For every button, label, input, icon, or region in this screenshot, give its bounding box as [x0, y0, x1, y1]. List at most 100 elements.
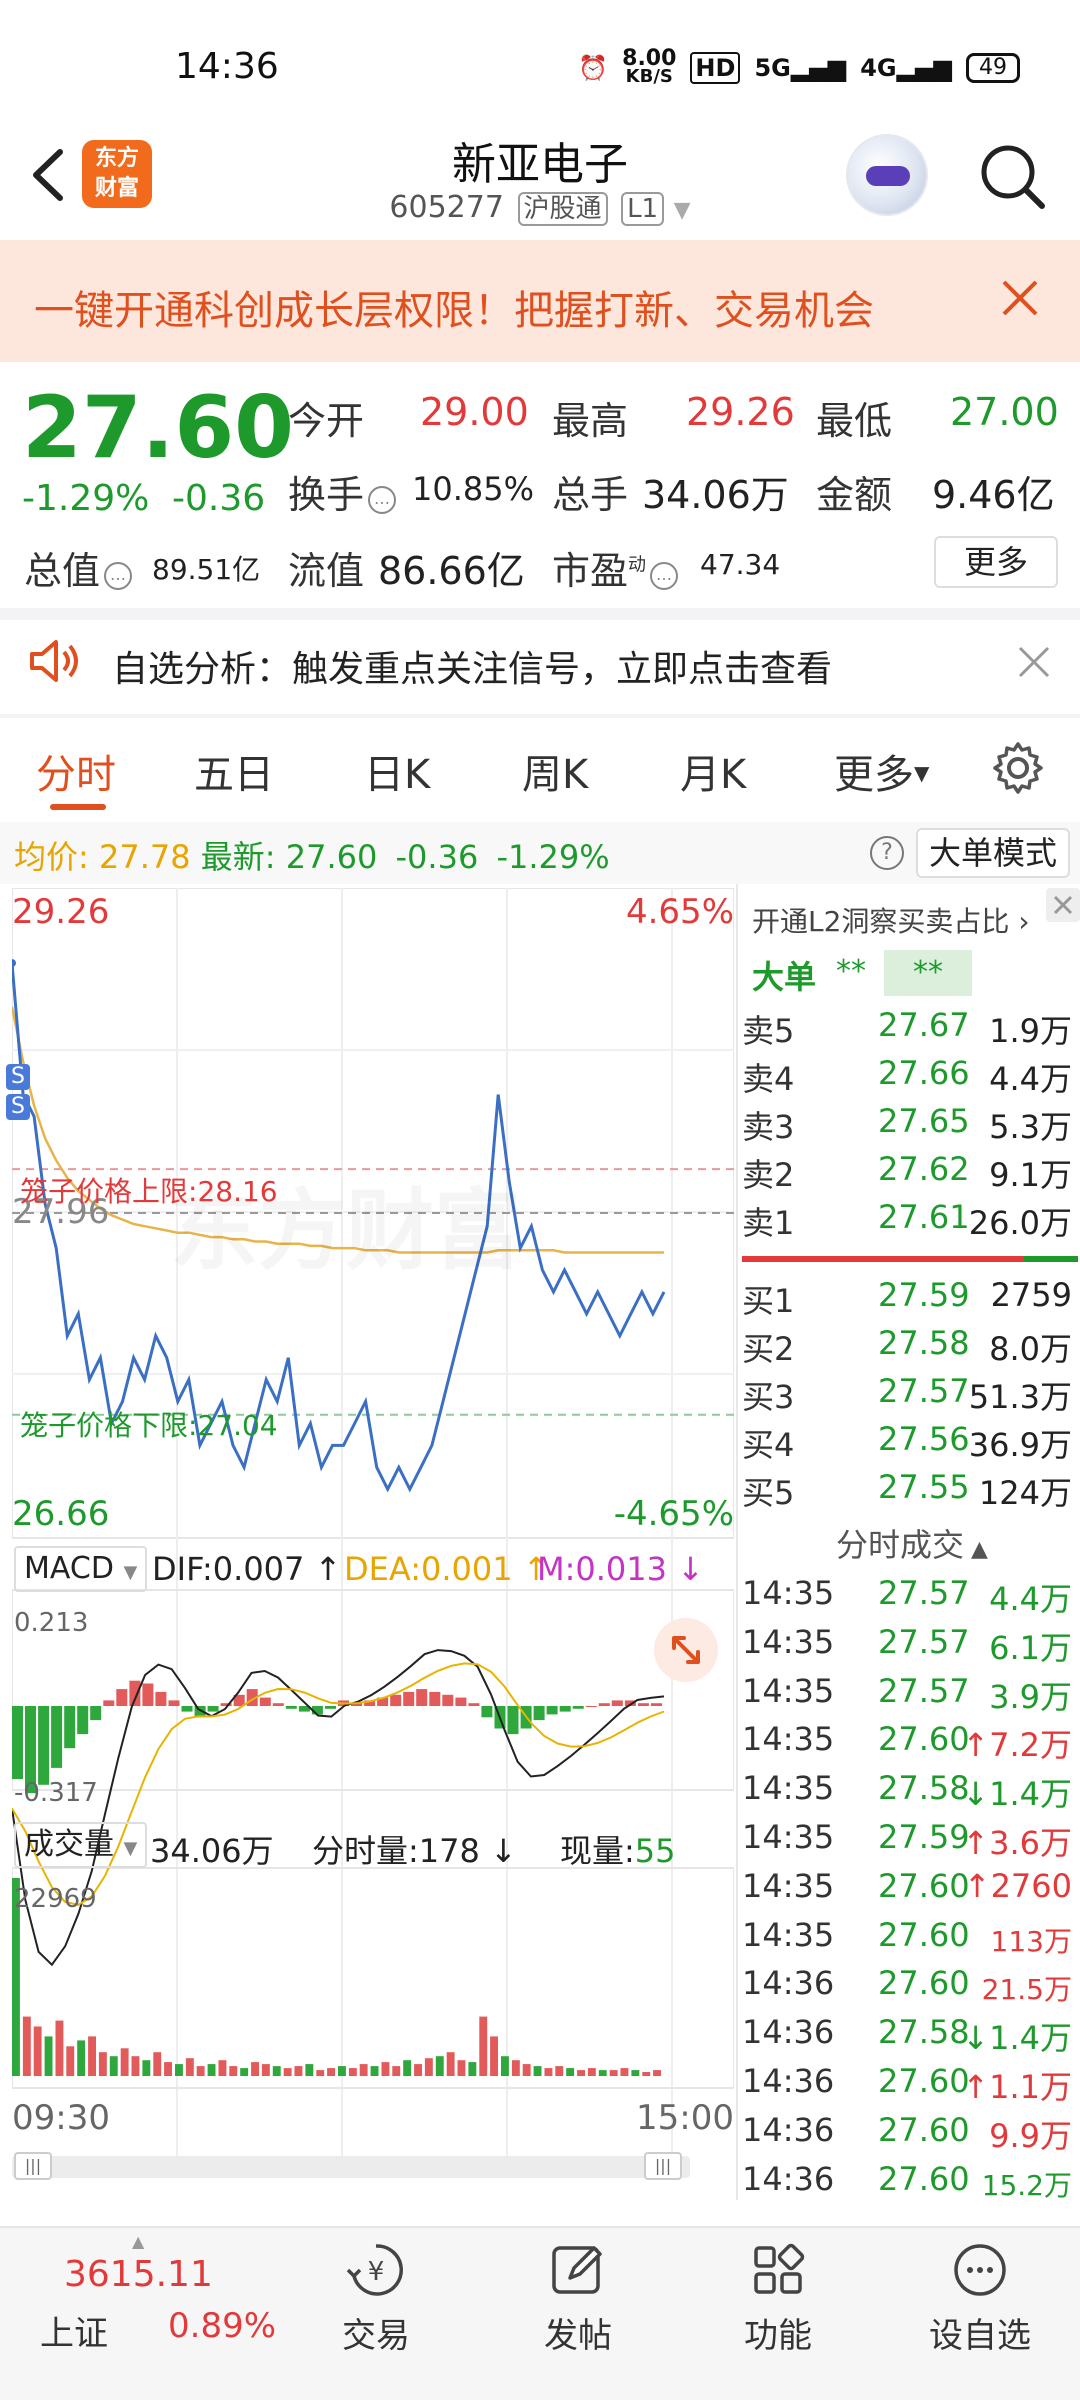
down-arrow-icon: ↓ [667, 1550, 704, 1588]
sell-signal-badge[interactable]: S [6, 1094, 30, 1120]
tab-month-k[interactable]: 月K [680, 742, 746, 800]
volume-chart [12, 1878, 661, 2076]
macd-bar [129, 1680, 141, 1706]
tab-fenshi[interactable]: 分时 [36, 742, 116, 800]
info-icon: … [368, 486, 397, 514]
turnover-label[interactable]: 换手… [288, 464, 400, 519]
bid-row[interactable]: 买4 27.56 36.9万 [742, 1420, 1072, 1468]
promo-text[interactable]: 一键开通科创成长层权限！把握打新、交易机会 [34, 278, 874, 336]
ask-row[interactable]: 卖3 27.65 5.3万 [742, 1102, 1072, 1150]
more-button[interactable]: 更多 [934, 536, 1058, 588]
macd-dif-text: DIF:0.007 [152, 1550, 305, 1588]
volume-indicator-selector[interactable]: 成交量 ▼ [14, 1822, 148, 1868]
bid-row[interactable]: 买3 27.57 51.3万 [742, 1372, 1072, 1420]
dropdown-triangle-icon: ▼ [673, 198, 691, 223]
open-label: 今开 [288, 399, 365, 443]
nav-add-watchlist[interactable]: 设自选 [920, 2240, 1040, 2357]
macd-bar [429, 1691, 441, 1706]
trade-row: 14:35 27.58 ↓1.4万 [742, 1769, 1072, 1817]
bigorder-label: 大单 [752, 958, 817, 996]
tab-day-k[interactable]: 日K [364, 742, 430, 800]
high-value: 29.26 [686, 390, 795, 434]
trade-volume: ↓1.4万 [962, 1769, 1072, 1815]
trade-time: 14:35 [742, 1866, 835, 1905]
trades-header[interactable]: 分时成交 ▲ [836, 1520, 988, 1566]
sell-signal-badge[interactable]: S [6, 1064, 30, 1090]
volume-bar [511, 2060, 520, 2076]
volume-bar [533, 2066, 542, 2076]
bigorder-buy-ratio: ** [836, 954, 866, 989]
bid-row[interactable]: 买2 27.58 8.0万 [742, 1324, 1072, 1372]
l2-banner[interactable]: 开通L2洞察买卖占比 › [752, 900, 1030, 940]
low-value: 27.00 [950, 390, 1059, 434]
tab-more[interactable]: 更多▼ [834, 742, 929, 800]
chevron-down-icon: ▼ [123, 1838, 138, 1859]
alarm-icon: ⏰ [578, 54, 609, 82]
caret-up-icon: ▲ [132, 2232, 145, 2251]
index-value[interactable]: 3615.11 [64, 2254, 213, 2295]
volume-bar [555, 2066, 564, 2076]
trade-price: 27.60 [878, 2110, 970, 2149]
search-icon[interactable] [976, 140, 1048, 212]
timeline-scrollbar[interactable] [12, 2156, 690, 2178]
tab-five-day[interactable]: 五日 [194, 742, 274, 800]
macd-bar [559, 1706, 571, 1712]
nav-post-label: 发帖 [544, 2316, 612, 2356]
nav-function[interactable]: 功能 [718, 2240, 838, 2357]
amount-value: 9.46亿 [932, 473, 1055, 517]
robot-assistant-avatar[interactable] [846, 134, 928, 216]
ask-row[interactable]: 卖2 27.62 9.1万 [742, 1150, 1072, 1198]
nav-trade[interactable]: ¥ 交易 [316, 2240, 436, 2357]
volume-bar [175, 2064, 183, 2076]
trade-volume: 6.1万 [989, 1623, 1072, 1669]
trade-price: 27.60 [878, 1720, 970, 1759]
volume-bar [142, 2060, 151, 2076]
index-change-pct[interactable]: 0.89% [168, 2306, 276, 2346]
latest-value: 27.60 [285, 838, 378, 876]
info-icon: … [650, 562, 679, 590]
close-icon[interactable] [1046, 888, 1080, 922]
tab-week-k[interactable]: 周K [522, 742, 588, 800]
scroll-handle-right[interactable]: ||| [644, 2152, 682, 2180]
volume-bar [196, 2066, 205, 2076]
trade-row: 14:36 27.60 9.9万 [742, 2111, 1072, 2159]
trade-time: 14:35 [742, 1720, 835, 1759]
macd-bar [259, 1697, 271, 1706]
trade-volume: 3.9万 [989, 1672, 1072, 1718]
bid-row[interactable]: 买1 27.59 2759 [742, 1276, 1072, 1324]
volume-bar [479, 2016, 488, 2076]
notice-text[interactable]: 自选分析：触发重点关注信号，立即点击查看 [112, 640, 832, 692]
volume-bar [164, 2062, 172, 2076]
help-icon[interactable]: ? [870, 836, 904, 870]
ask-label: 卖3 [742, 1108, 795, 1146]
trade-time: 14:36 [742, 2110, 835, 2149]
macd-min: -0.317 [14, 1778, 98, 1808]
bid-price: 27.59 [878, 1276, 970, 1314]
pe-label[interactable]: 市盈动… [552, 540, 682, 595]
trade-volume: ↑1.1万 [962, 2062, 1072, 2108]
volume-bar [642, 2072, 651, 2076]
gear-icon[interactable] [990, 740, 1046, 796]
promo-close-icon[interactable] [996, 274, 1044, 322]
tab-active-indicator [50, 804, 106, 810]
nav-post[interactable]: 发帖 [518, 2240, 638, 2357]
ask-price: 27.61 [878, 1198, 970, 1236]
volume-bar [316, 2070, 325, 2076]
macd-indicator-selector[interactable]: MACD ▼ [14, 1546, 148, 1592]
cage-lower-value: 27.04 [197, 1409, 278, 1442]
bid-volume: 36.9万 [968, 1426, 1072, 1464]
market-cap-label[interactable]: 总值… [24, 540, 136, 595]
expand-icon[interactable] [654, 1618, 718, 1682]
ask-row[interactable]: 卖4 27.66 4.4万 [742, 1054, 1072, 1102]
ask-row[interactable]: 卖5 27.67 1.9万 [742, 1006, 1072, 1054]
notice-close-icon[interactable] [1016, 644, 1052, 680]
index-name[interactable]: 上证 [40, 2306, 108, 2355]
status-icons: ⏰ 8.00 KB/S HD 5G▂▄▆ 4G▂▄▆ 49 [578, 48, 1020, 86]
bigorder-mode-button[interactable]: 大单模式 [916, 828, 1070, 878]
ask-volume: 1.9万 [989, 1012, 1072, 1050]
bid-row[interactable]: 买5 27.55 124万 [742, 1468, 1072, 1516]
trade-volume: 21.5万 [982, 1968, 1072, 2008]
ask-row[interactable]: 卖1 27.61 26.0万 [742, 1198, 1072, 1246]
volume-bar [261, 2064, 270, 2076]
scroll-handle-left[interactable]: ||| [14, 2152, 52, 2180]
